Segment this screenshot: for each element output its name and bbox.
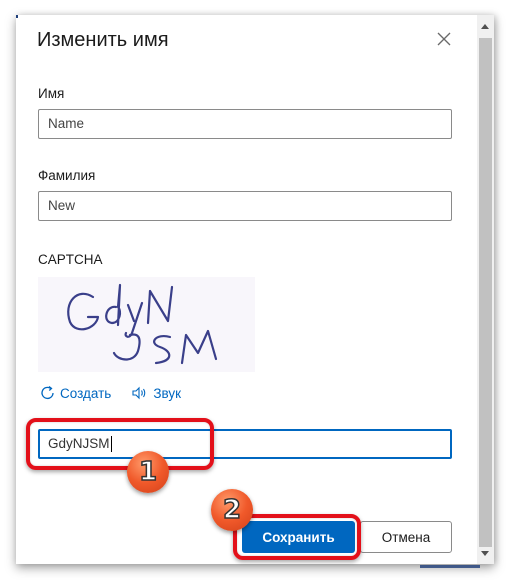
- first-name-label: Имя: [38, 86, 65, 101]
- speaker-icon: [132, 386, 146, 400]
- vertical-scrollbar[interactable]: [477, 15, 494, 564]
- step-badge-2: 2: [211, 489, 253, 531]
- close-icon: [437, 32, 451, 46]
- last-name-label: Фамилия: [38, 168, 96, 183]
- captcha-actions: Создать Звук: [40, 385, 181, 401]
- captcha-audio-label: Звук: [153, 385, 181, 401]
- close-button[interactable]: [434, 29, 454, 49]
- scrollbar-thumb[interactable]: [479, 38, 492, 547]
- captcha-glyphs: [67, 283, 218, 365]
- last-name-input[interactable]: New: [38, 191, 452, 221]
- captcha-refresh-button[interactable]: Создать: [40, 385, 111, 401]
- captcha-refresh-label: Создать: [60, 385, 112, 401]
- step-badge-1: 1: [127, 451, 169, 493]
- captcha-image: [38, 277, 255, 372]
- highlight-captcha-input: [26, 418, 214, 470]
- refresh-icon: [41, 385, 54, 399]
- first-name-input[interactable]: Name: [38, 109, 452, 139]
- captcha-audio-button[interactable]: Звук: [131, 385, 181, 401]
- background-strip: [420, 565, 480, 568]
- cancel-button[interactable]: Отмена: [360, 521, 452, 553]
- scroll-down-arrow-icon[interactable]: [481, 551, 489, 556]
- scroll-up-arrow-icon[interactable]: [481, 24, 489, 29]
- dialog-title: Изменить имя: [37, 29, 169, 51]
- window-corner-accent: [16, 15, 18, 18]
- edit-name-dialog: Изменить имя Имя Name Фамилия New CAPTCH…: [16, 15, 494, 564]
- highlight-save-button: [233, 514, 361, 560]
- captcha-label: CAPTCHA: [38, 252, 103, 267]
